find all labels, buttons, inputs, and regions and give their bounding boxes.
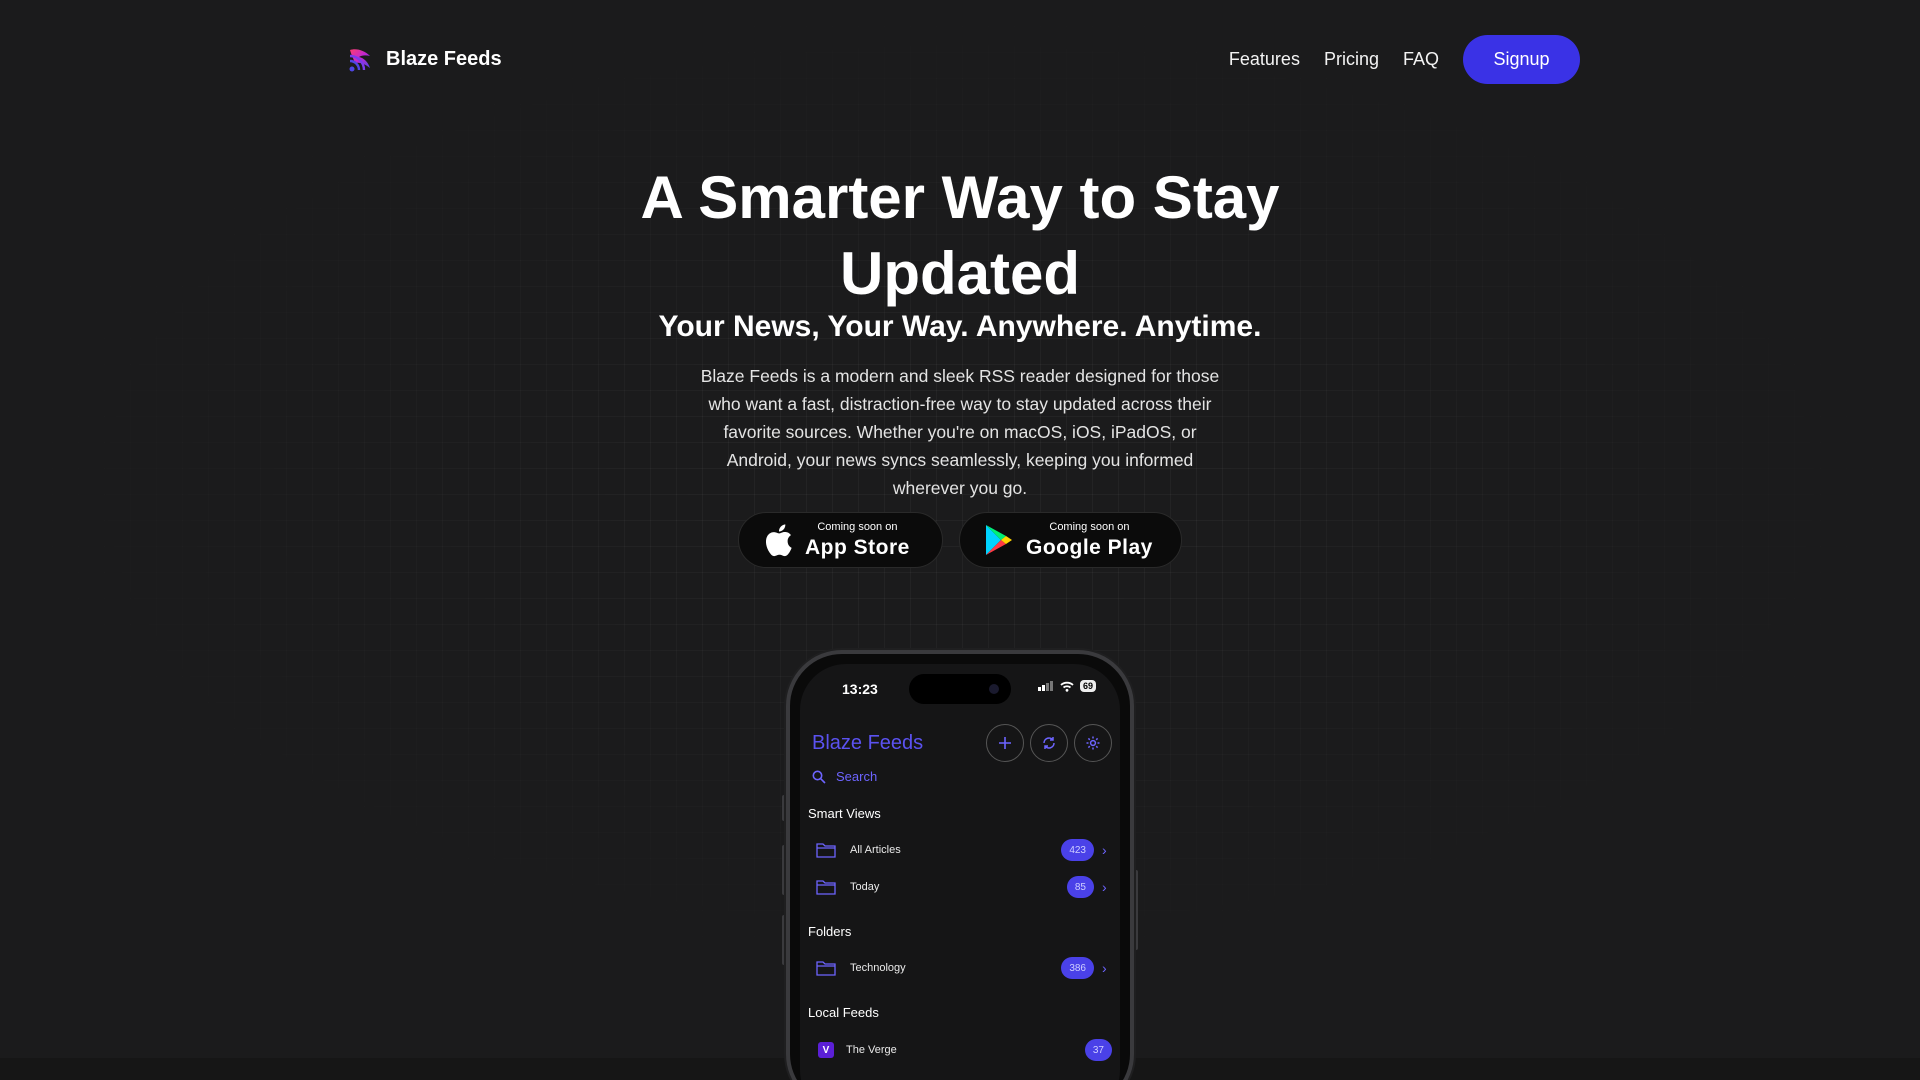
settings-button[interactable] (1074, 724, 1112, 762)
unread-count-badge: 423 (1061, 839, 1094, 861)
camera-dot (989, 684, 999, 694)
hero-subtitle: Your News, Your Way. Anywhere. Anytime. (658, 310, 1262, 343)
local-feeds-heading: Local Feeds (808, 1005, 879, 1020)
google-play-coming-soon: Coming soon on (1049, 521, 1130, 533)
unread-count-badge: 85 (1066, 876, 1094, 898)
folder-icon (816, 961, 836, 976)
folders-heading: Folders (808, 924, 852, 939)
app-store-coming-soon: Coming soon on (817, 521, 898, 533)
search-placeholder: Search (836, 769, 878, 784)
top-nav: Blaze Feeds Features Pricing FAQ Signup (346, 35, 1580, 84)
google-play-button[interactable]: Coming soon on Google Play (959, 512, 1182, 568)
refresh-icon (1043, 737, 1055, 749)
list-item-label: All Articles (850, 844, 901, 856)
nav-link-pricing[interactable]: Pricing (1324, 49, 1379, 70)
list-item-label: Technology (850, 962, 906, 974)
search-field[interactable]: Search (812, 769, 877, 784)
gear-icon (1086, 736, 1100, 750)
list-item-label: Today (850, 881, 880, 893)
google-play-icon (986, 525, 1012, 555)
nav-links: Features Pricing FAQ Signup (1229, 35, 1580, 84)
app-store-text: Coming soon on App Store (805, 521, 910, 559)
store-buttons: Coming soon on App Store Coming soon on … (738, 512, 1182, 568)
brand-name: Blaze Feeds (386, 48, 502, 70)
battery-indicator: 69 (1079, 680, 1096, 692)
status-time: 13:23 (842, 681, 878, 697)
chevron-right-icon: › (1102, 842, 1107, 858)
apple-icon (765, 524, 792, 557)
unread-count-badge: 37 (1084, 1039, 1112, 1061)
hero-title: A Smarter Way to Stay Updated (640, 164, 1280, 307)
google-play-label: Google Play (1026, 536, 1153, 559)
phone-screen: 13:23 69 Blaze Feeds Search Smart Views … (800, 664, 1120, 1080)
search-icon (812, 770, 826, 784)
add-feed-button[interactable] (986, 724, 1024, 762)
unread-count-badge: 386 (1061, 957, 1094, 979)
wifi-icon (1060, 681, 1074, 692)
list-item-today[interactable]: Today 85 › (812, 872, 1112, 902)
blaze-logo-icon (349, 48, 370, 71)
app-store-label: App Store (805, 536, 910, 559)
list-item-all-articles[interactable]: All Articles 423 › (812, 835, 1112, 865)
folder-icon (816, 880, 836, 895)
signup-button[interactable]: Signup (1463, 35, 1580, 84)
the-verge-logo: V (818, 1042, 834, 1058)
dynamic-island (909, 674, 1011, 704)
smart-views-heading: Smart Views (808, 806, 881, 821)
chevron-right-icon: › (1102, 879, 1107, 895)
list-item-technology[interactable]: Technology 386 › (812, 953, 1112, 983)
phone-power-button (1134, 870, 1138, 950)
list-item-the-verge[interactable]: V The Verge 37 (812, 1035, 1112, 1065)
nav-link-features[interactable]: Features (1229, 49, 1300, 70)
google-play-text: Coming soon on Google Play (1026, 521, 1153, 559)
brand[interactable]: Blaze Feeds (346, 46, 502, 74)
refresh-button[interactable] (1030, 724, 1068, 762)
status-icons: 69 (1037, 680, 1096, 692)
nav-link-faq[interactable]: FAQ (1403, 49, 1439, 70)
list-item-label: The Verge (846, 1044, 897, 1056)
app-title: Blaze Feeds (812, 732, 924, 754)
folder-icon (816, 843, 836, 858)
chevron-right-icon: › (1102, 960, 1107, 976)
phone-mockup: 13:23 69 Blaze Feeds Search Smart Views … (786, 650, 1134, 1080)
plus-icon (999, 737, 1011, 749)
hero-description: Blaze Feeds is a modern and sleek RSS re… (700, 366, 1220, 498)
signal-icon (1037, 681, 1053, 691)
app-store-button[interactable]: Coming soon on App Store (738, 512, 943, 568)
